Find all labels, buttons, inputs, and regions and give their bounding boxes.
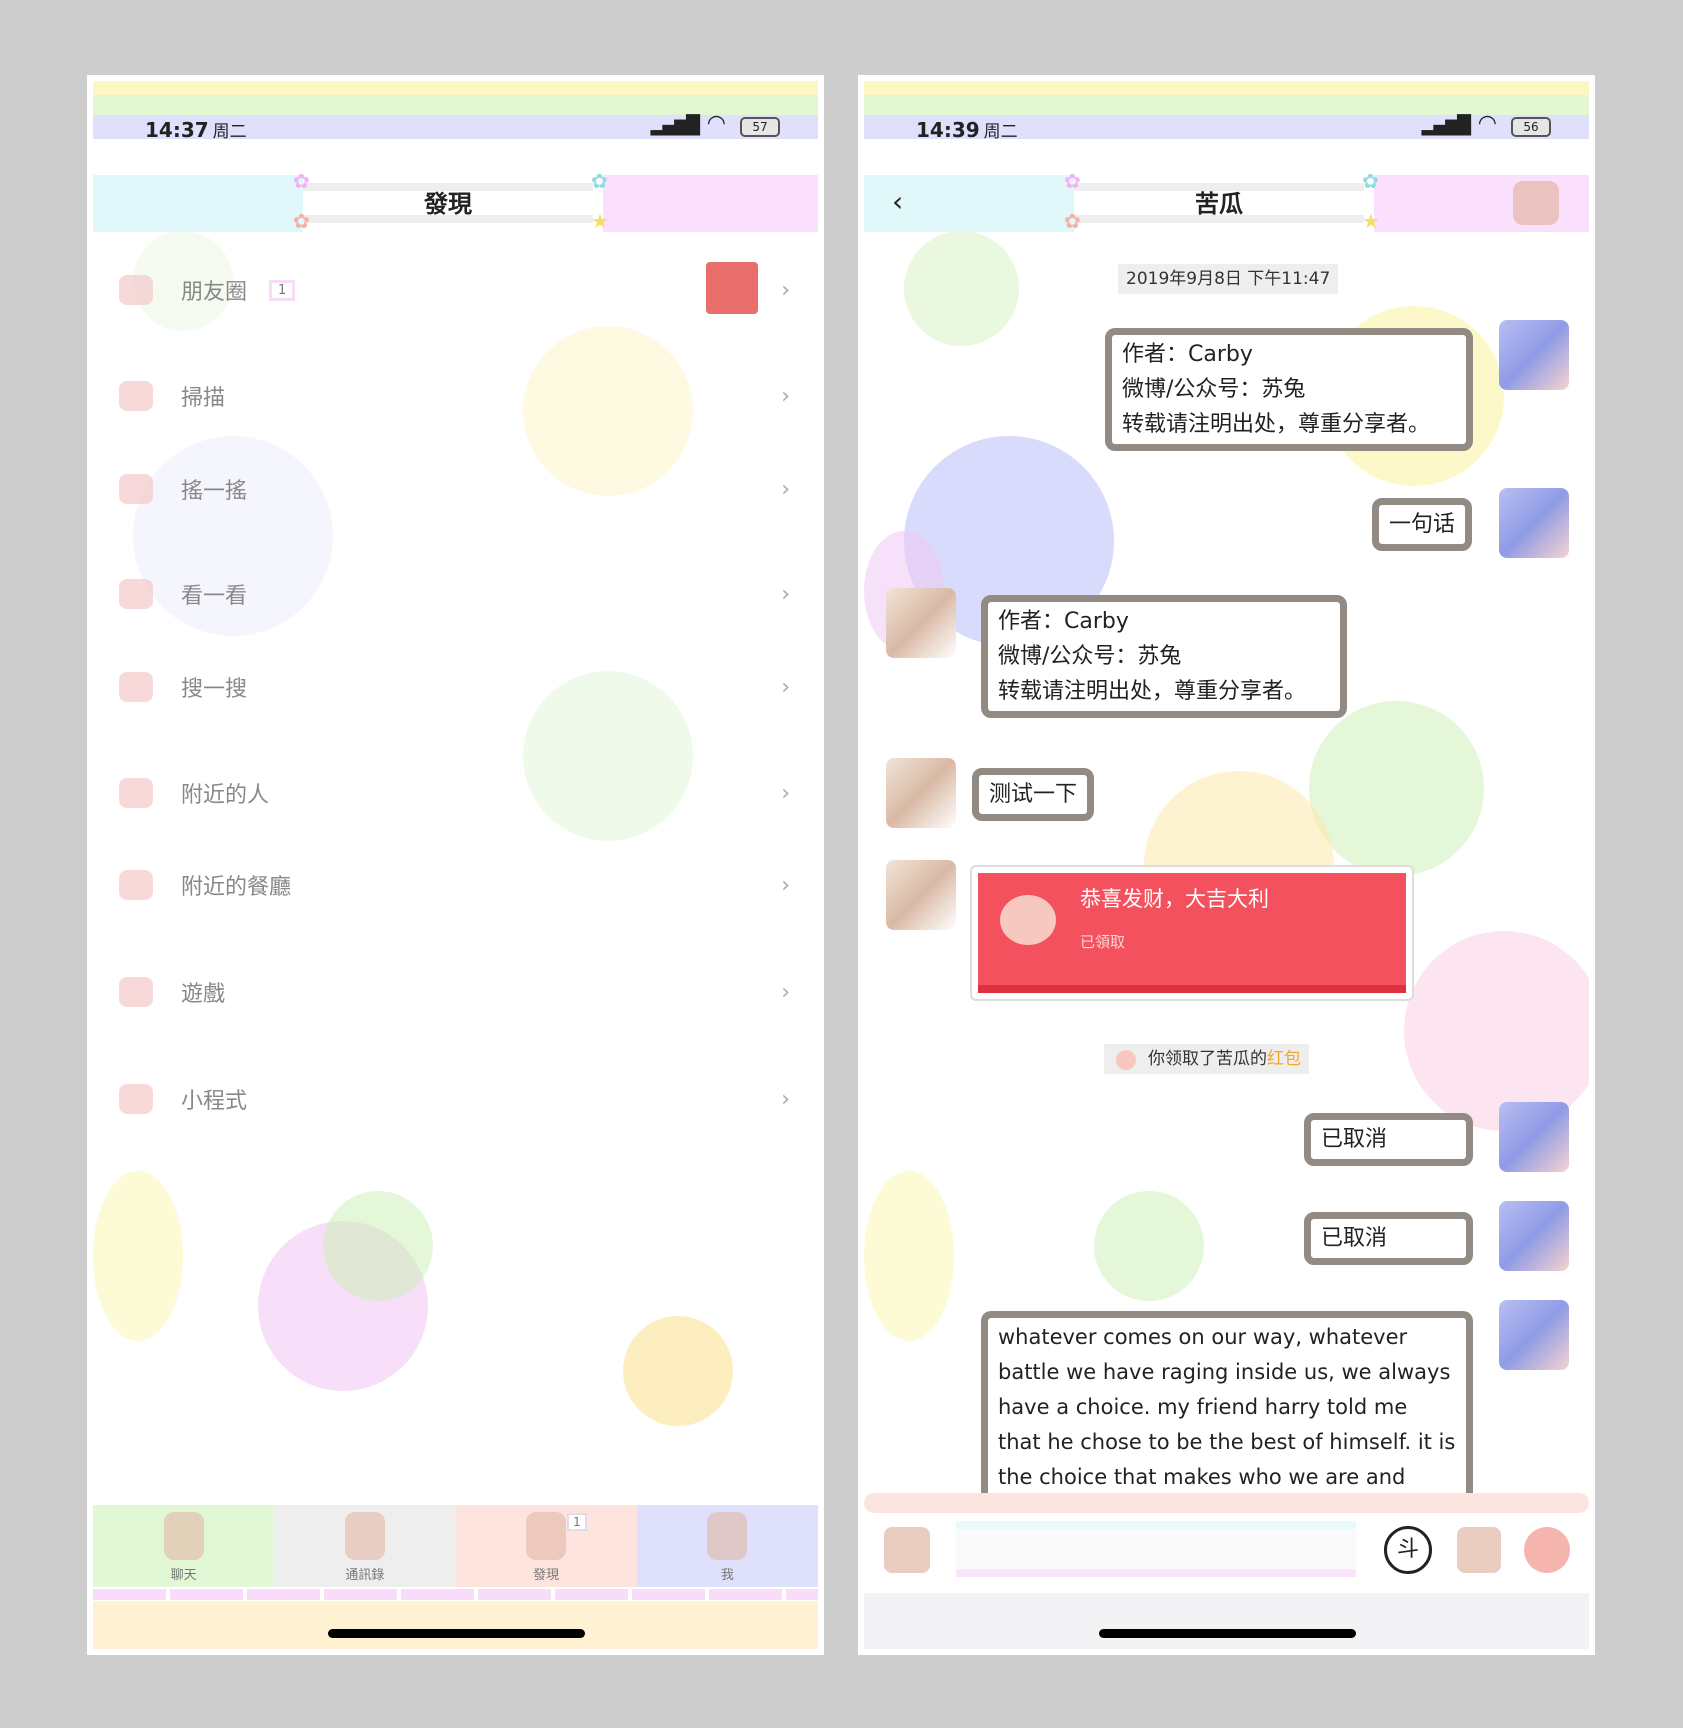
restaurant-icon bbox=[119, 870, 153, 900]
moments-badge: 1 bbox=[269, 279, 296, 301]
tab-badge: 1 bbox=[567, 1513, 587, 1531]
me-icon bbox=[707, 1512, 748, 1560]
red-packet-title: 恭喜发财，大吉大利 bbox=[1080, 887, 1269, 911]
menu-item-games[interactable]: 遊戲 › bbox=[93, 962, 818, 1022]
games-icon bbox=[119, 977, 153, 1007]
chevron-right-icon: › bbox=[781, 979, 790, 1005]
status-time: 14:39 周二 bbox=[916, 118, 1018, 142]
signal-icon: ▂▄▆█ bbox=[650, 115, 700, 136]
moments-icon bbox=[119, 275, 153, 305]
tab-discover[interactable]: 發現 1 bbox=[455, 1505, 637, 1587]
message-bubble[interactable]: 已取消 bbox=[1304, 1113, 1473, 1166]
wifi-icon: ◠ bbox=[1477, 111, 1497, 136]
people-nearby-icon bbox=[119, 778, 153, 808]
my-avatar[interactable] bbox=[1499, 320, 1569, 390]
message-line: 作者：Carby bbox=[998, 609, 1129, 634]
moments-thumbnail bbox=[706, 262, 758, 314]
contacts-icon bbox=[344, 1512, 385, 1560]
chevron-right-icon: › bbox=[781, 581, 790, 607]
flower-icon: ✿ bbox=[1064, 209, 1081, 233]
chevron-right-icon: › bbox=[781, 674, 790, 700]
menu-item-restaurants-nearby[interactable]: 附近的餐廳 › bbox=[93, 855, 818, 915]
contact-avatar[interactable] bbox=[886, 860, 956, 930]
flower-icon: ✿ bbox=[1362, 169, 1379, 193]
my-avatar[interactable] bbox=[1499, 488, 1569, 558]
message-line: 转载请注明出处，尊重分享者。 bbox=[998, 679, 1307, 704]
star-icon: ★ bbox=[591, 209, 609, 233]
status-time: 14:37 周二 bbox=[145, 118, 247, 142]
shake-icon bbox=[119, 474, 153, 504]
message-bubble[interactable]: 已取消 bbox=[1304, 1212, 1473, 1265]
chevron-right-icon: › bbox=[781, 1086, 790, 1112]
menu-item-top-stories[interactable]: 看一看 › bbox=[93, 564, 818, 624]
menu-item-shake[interactable]: 搖一搖 › bbox=[93, 459, 818, 519]
discover-icon bbox=[526, 1512, 567, 1560]
signal-icon: ▂▄▆█ bbox=[1421, 115, 1471, 136]
tab-chats[interactable]: 聊天 bbox=[93, 1505, 275, 1587]
wifi-icon: ◠ bbox=[706, 111, 726, 136]
more-options-button[interactable] bbox=[1524, 1527, 1570, 1573]
message-input[interactable] bbox=[956, 1521, 1356, 1577]
menu-item-moments[interactable]: 朋友圈 1 › bbox=[93, 260, 818, 320]
tab-bar: 聊天 通訊錄 發現 1 我 bbox=[93, 1505, 818, 1587]
contact-avatar[interactable] bbox=[886, 758, 956, 828]
menu-item-search[interactable]: 搜一搜 › bbox=[93, 657, 818, 717]
chevron-right-icon: › bbox=[781, 872, 790, 898]
message-bubble[interactable]: 一句话 bbox=[1372, 498, 1473, 551]
title-bar: ‹ 苦瓜 ✿ ✿ ✿ ★ bbox=[864, 169, 1589, 233]
search-icon bbox=[119, 672, 153, 702]
my-avatar[interactable] bbox=[1499, 1300, 1569, 1370]
red-packet-small-icon bbox=[1116, 1050, 1136, 1070]
red-packet-icon bbox=[1000, 895, 1056, 945]
flower-icon: ✿ bbox=[1064, 169, 1081, 193]
timestamp: 2019年9月8日 下午11:47 bbox=[1118, 264, 1339, 294]
chat-title: 苦瓜 bbox=[1074, 183, 1364, 223]
message-line: 转载请注明出处，尊重分享者。 bbox=[1122, 412, 1431, 437]
menu-item-people-nearby[interactable]: 附近的人 › bbox=[93, 763, 818, 823]
sticker-button[interactable] bbox=[1457, 1527, 1501, 1573]
menu-item-scan[interactable]: 掃描 › bbox=[93, 366, 818, 426]
page-title: 發現 bbox=[303, 183, 593, 223]
back-button[interactable]: ‹ bbox=[892, 185, 903, 218]
home-indicator bbox=[327, 1629, 585, 1638]
message-line: 作者：Carby bbox=[1122, 342, 1253, 367]
tab-me[interactable]: 我 bbox=[636, 1505, 818, 1587]
scan-icon bbox=[119, 381, 153, 411]
chevron-right-icon: › bbox=[781, 476, 790, 502]
flower-icon: ✿ bbox=[591, 169, 608, 193]
flower-icon: ✿ bbox=[293, 169, 310, 193]
my-avatar[interactable] bbox=[1499, 1201, 1569, 1271]
home-indicator bbox=[1098, 1629, 1356, 1638]
discover-screen: 14:37 周二 ▂▄▆█ ◠ 57 發現 ✿ ✿ ✿ ★ 朋友圈 1 › 掃描 ›… bbox=[87, 75, 824, 1655]
flower-icon: ✿ bbox=[293, 209, 310, 233]
chat-info-button[interactable] bbox=[1513, 181, 1559, 225]
title-bar: 發現 ✿ ✿ ✿ ★ bbox=[93, 169, 818, 233]
message-bubble[interactable]: 测试一下 bbox=[972, 768, 1095, 821]
tab-contacts[interactable]: 通訊錄 bbox=[274, 1505, 456, 1587]
battery-icon: 57 bbox=[740, 117, 780, 137]
red-packet[interactable]: 恭喜发财，大吉大利 已領取 bbox=[970, 865, 1414, 1001]
message-bubble[interactable]: 作者：Carby 微博/公众号：苏兔 转载请注明出处，尊重分享者。 bbox=[981, 595, 1347, 718]
chats-icon bbox=[163, 1512, 204, 1560]
system-message: 你领取了苦瓜的红包 bbox=[1104, 1044, 1309, 1074]
chat-screen: 14:39 周二 ▂▄▆█ ◠ 56 ‹ 苦瓜 ✿ ✿ ✿ ★ 2019年9月8日… bbox=[858, 75, 1595, 1655]
menu-item-mini-programs[interactable]: 小程式 › bbox=[93, 1069, 818, 1129]
top-stories-icon bbox=[119, 579, 153, 609]
battery-icon: 56 bbox=[1511, 117, 1551, 137]
red-packet-link[interactable]: 红包 bbox=[1267, 1049, 1301, 1069]
chevron-right-icon: › bbox=[781, 780, 790, 806]
mini-programs-icon bbox=[119, 1084, 153, 1114]
message-bubble[interactable]: whatever comes on our way, whatever batt… bbox=[981, 1311, 1473, 1501]
voice-button[interactable]: 斗 bbox=[1384, 1526, 1432, 1574]
message-bubble[interactable]: 作者：Carby 微博/公众号：苏兔 转载请注明出处，尊重分享者。 bbox=[1105, 328, 1473, 451]
contact-avatar[interactable] bbox=[886, 588, 956, 658]
my-avatar[interactable] bbox=[1499, 1102, 1569, 1172]
red-packet-status: 已領取 bbox=[1080, 933, 1126, 951]
emoji-sticker-button[interactable] bbox=[884, 1527, 930, 1573]
message-line: 微博/公众号：苏兔 bbox=[998, 644, 1182, 669]
star-icon: ★ bbox=[1362, 209, 1380, 233]
message-line: 微博/公众号：苏兔 bbox=[1122, 377, 1306, 402]
chevron-right-icon: › bbox=[781, 383, 790, 409]
chevron-right-icon: › bbox=[781, 277, 790, 303]
